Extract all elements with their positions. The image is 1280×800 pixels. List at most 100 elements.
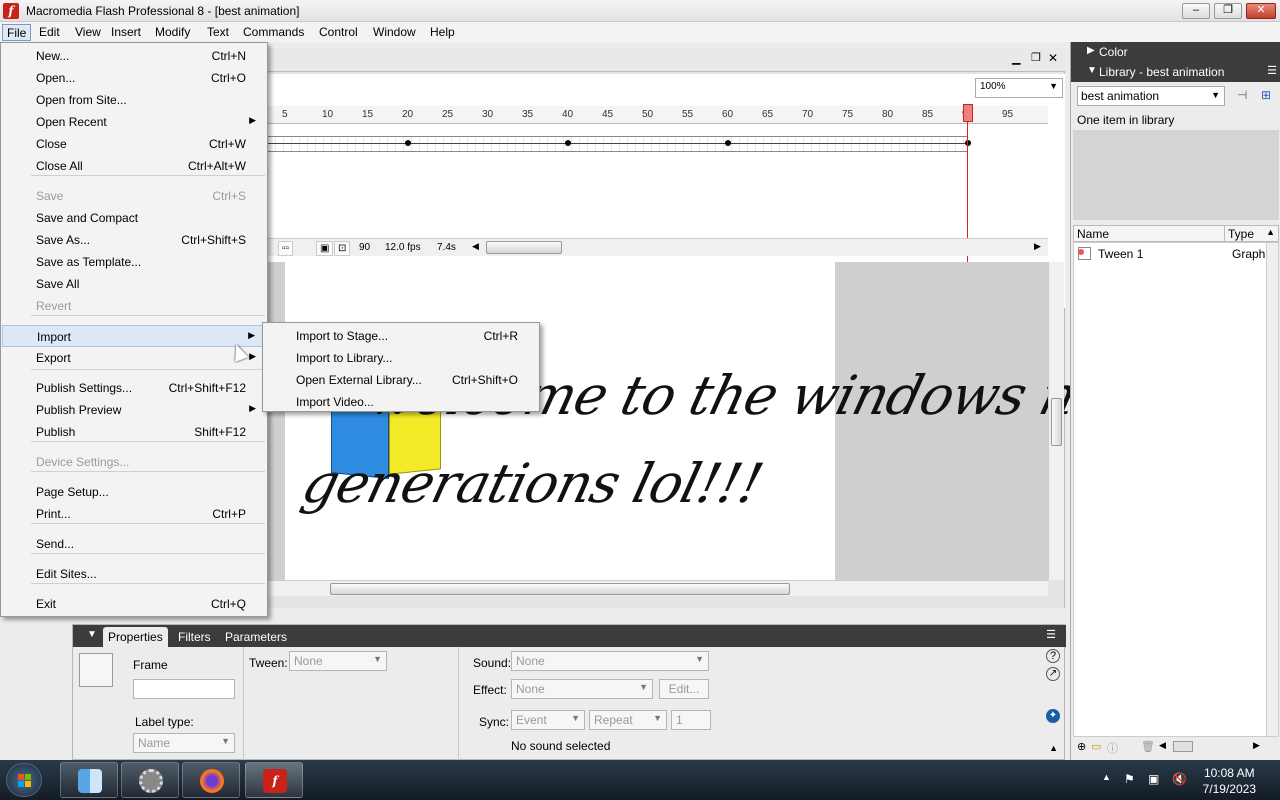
- repeat-select[interactable]: Repeat ▼: [589, 710, 667, 730]
- file-menu-item[interactable]: Print... Ctrl+P: [2, 503, 266, 525]
- menu-control[interactable]: Control: [315, 24, 362, 41]
- scroll-left-icon[interactable]: ◀: [1159, 740, 1166, 751]
- taskbar-firefox[interactable]: [182, 762, 240, 798]
- new-library-panel-icon[interactable]: ⊞: [1261, 88, 1271, 102]
- restore-button[interactable]: ❐: [1214, 3, 1242, 19]
- horizontal-scroll-thumb[interactable]: [330, 583, 790, 595]
- edit-button[interactable]: Edit...: [659, 679, 709, 699]
- label-type-select[interactable]: Name ▼: [133, 733, 235, 753]
- color-panel-header[interactable]: ▶ Color: [1071, 42, 1280, 62]
- file-menu-item[interactable]: Open... Ctrl+O: [2, 67, 266, 89]
- close-button[interactable]: ✕: [1246, 3, 1276, 19]
- network-icon[interactable]: ▣: [1148, 772, 1159, 786]
- menu-insert[interactable]: Insert: [107, 24, 145, 41]
- file-menu-item[interactable]: New... Ctrl+N: [2, 45, 266, 67]
- playhead-handle[interactable]: [963, 104, 973, 122]
- playhead[interactable]: [967, 104, 968, 284]
- menu-view[interactable]: View: [71, 24, 105, 41]
- keyframe[interactable]: [565, 140, 571, 146]
- file-menu-item[interactable]: Open Recent ▶: [2, 111, 266, 133]
- file-menu-item[interactable]: Save As... Ctrl+Shift+S: [2, 229, 266, 251]
- edit-in-place-icon[interactable]: ↗: [1046, 667, 1060, 681]
- effect-select[interactable]: None ▼: [511, 679, 653, 699]
- collapse-up-icon[interactable]: ▲: [1049, 743, 1058, 753]
- scroll-left-icon[interactable]: ◀: [472, 241, 479, 252]
- menu-window[interactable]: Window: [369, 24, 420, 41]
- import-submenu-item[interactable]: Import to Stage... Ctrl+R: [264, 325, 538, 347]
- system-clock[interactable]: 10:08 AM 7/19/2023: [1203, 765, 1256, 797]
- menu-help[interactable]: Help: [426, 24, 459, 41]
- onion-skin-button[interactable]: ▫▫: [278, 241, 294, 256]
- show-hidden-icons[interactable]: ▲: [1102, 772, 1111, 782]
- keyframe[interactable]: [405, 140, 411, 146]
- menu-text[interactable]: Text: [203, 24, 233, 41]
- file-menu-item[interactable]: Send...: [2, 533, 266, 555]
- import-submenu-item[interactable]: Import to Library...: [264, 347, 538, 369]
- file-menu-item[interactable]: Edit Sites...: [2, 563, 266, 585]
- keyframe[interactable]: [965, 140, 971, 146]
- file-menu-item[interactable]: Publish Shift+F12: [2, 421, 266, 443]
- properties-icon[interactable]: ⓘ: [1107, 740, 1118, 756]
- sync-select[interactable]: Event ▼: [511, 710, 585, 730]
- sound-select[interactable]: None ▼: [511, 651, 709, 671]
- stage-vertical-scrollbar[interactable]: [1048, 262, 1064, 580]
- file-menu-item[interactable]: Publish Preview ▶: [2, 399, 266, 421]
- file-menu-item[interactable]: Export ▶: [2, 347, 266, 369]
- scroll-right-icon[interactable]: ▶: [1034, 241, 1041, 252]
- file-menu-item[interactable]: Exit Ctrl+Q: [2, 593, 266, 615]
- stage-horizontal-scrollbar[interactable]: [268, 580, 1048, 596]
- edit-multiple-frames-button[interactable]: ▣: [316, 241, 334, 256]
- scroll-right-icon[interactable]: ▶: [1253, 740, 1260, 751]
- menu-edit[interactable]: Edit: [35, 24, 64, 41]
- menu-file[interactable]: File: [2, 24, 32, 41]
- library-scrollbar[interactable]: [1266, 243, 1278, 736]
- file-menu-item[interactable]: Save All: [2, 273, 266, 295]
- timeline-scroll-thumb[interactable]: [486, 241, 562, 254]
- repeat-count-input[interactable]: 1: [671, 710, 711, 730]
- sort-icon[interactable]: ▲: [1266, 227, 1275, 237]
- file-menu-item[interactable]: Close All Ctrl+Alt+W: [2, 155, 266, 177]
- accessibility-icon[interactable]: ✦: [1046, 709, 1060, 723]
- delete-icon[interactable]: 🗑: [1141, 740, 1155, 753]
- menu-modify[interactable]: Modify: [151, 24, 194, 41]
- import-submenu-item[interactable]: Import Video...: [264, 391, 538, 413]
- library-document-select[interactable]: best animation ▼: [1077, 86, 1225, 106]
- start-button[interactable]: [6, 763, 42, 797]
- library-item[interactable]: Tween 1 Graph: [1074, 245, 1265, 263]
- library-panel-header[interactable]: ▼ Library - best animation ☰: [1071, 62, 1280, 82]
- doc-minimize-button[interactable]: ▁: [1012, 52, 1020, 65]
- menu-commands[interactable]: Commands: [239, 24, 308, 41]
- taskbar-finder[interactable]: [60, 762, 118, 798]
- frame-label-input[interactable]: [133, 679, 235, 699]
- file-menu-item[interactable]: Publish Settings... Ctrl+Shift+F12: [2, 377, 266, 399]
- import-submenu-item[interactable]: Open External Library... Ctrl+Shift+O: [264, 369, 538, 391]
- new-symbol-icon[interactable]: ⊕: [1077, 740, 1086, 753]
- file-menu-item[interactable]: Save and Compact: [2, 207, 266, 229]
- tab-filters[interactable]: Filters: [173, 629, 216, 645]
- minimize-button[interactable]: –: [1182, 3, 1210, 19]
- file-menu-item[interactable]: Close Ctrl+W: [2, 133, 266, 155]
- action-center-flag-icon[interactable]: ⚑: [1124, 772, 1135, 786]
- file-menu-item[interactable]: Open from Site...: [2, 89, 266, 111]
- doc-restore-button[interactable]: ❐: [1031, 51, 1041, 64]
- doc-close-button[interactable]: ✕: [1048, 51, 1058, 65]
- column-type[interactable]: Type: [1228, 227, 1254, 241]
- tween-select[interactable]: None ▼: [289, 651, 387, 671]
- library-hscroll-thumb[interactable]: [1173, 741, 1193, 752]
- file-menu-item[interactable]: Page Setup...: [2, 481, 266, 503]
- column-name[interactable]: Name: [1077, 227, 1109, 241]
- tab-parameters[interactable]: Parameters: [220, 629, 292, 645]
- file-menu-item[interactable]: Import ▶: [2, 325, 266, 347]
- pin-library-icon[interactable]: ⊣: [1237, 88, 1247, 102]
- file-menu-item[interactable]: Save as Template...: [2, 251, 266, 273]
- new-folder-icon[interactable]: ▭: [1091, 740, 1101, 753]
- panel-options-icon[interactable]: ☰: [1046, 628, 1056, 641]
- tab-properties[interactable]: Properties: [103, 627, 168, 647]
- keyframe[interactable]: [725, 140, 731, 146]
- volume-muted-icon[interactable]: 🔇: [1172, 772, 1187, 786]
- help-icon[interactable]: ?: [1046, 649, 1060, 663]
- vertical-scroll-thumb[interactable]: [1051, 398, 1062, 446]
- onion-markers-button[interactable]: ⊡: [334, 241, 351, 256]
- timeline-layer-frames[interactable]: [268, 136, 968, 152]
- taskbar-settings[interactable]: [121, 762, 179, 798]
